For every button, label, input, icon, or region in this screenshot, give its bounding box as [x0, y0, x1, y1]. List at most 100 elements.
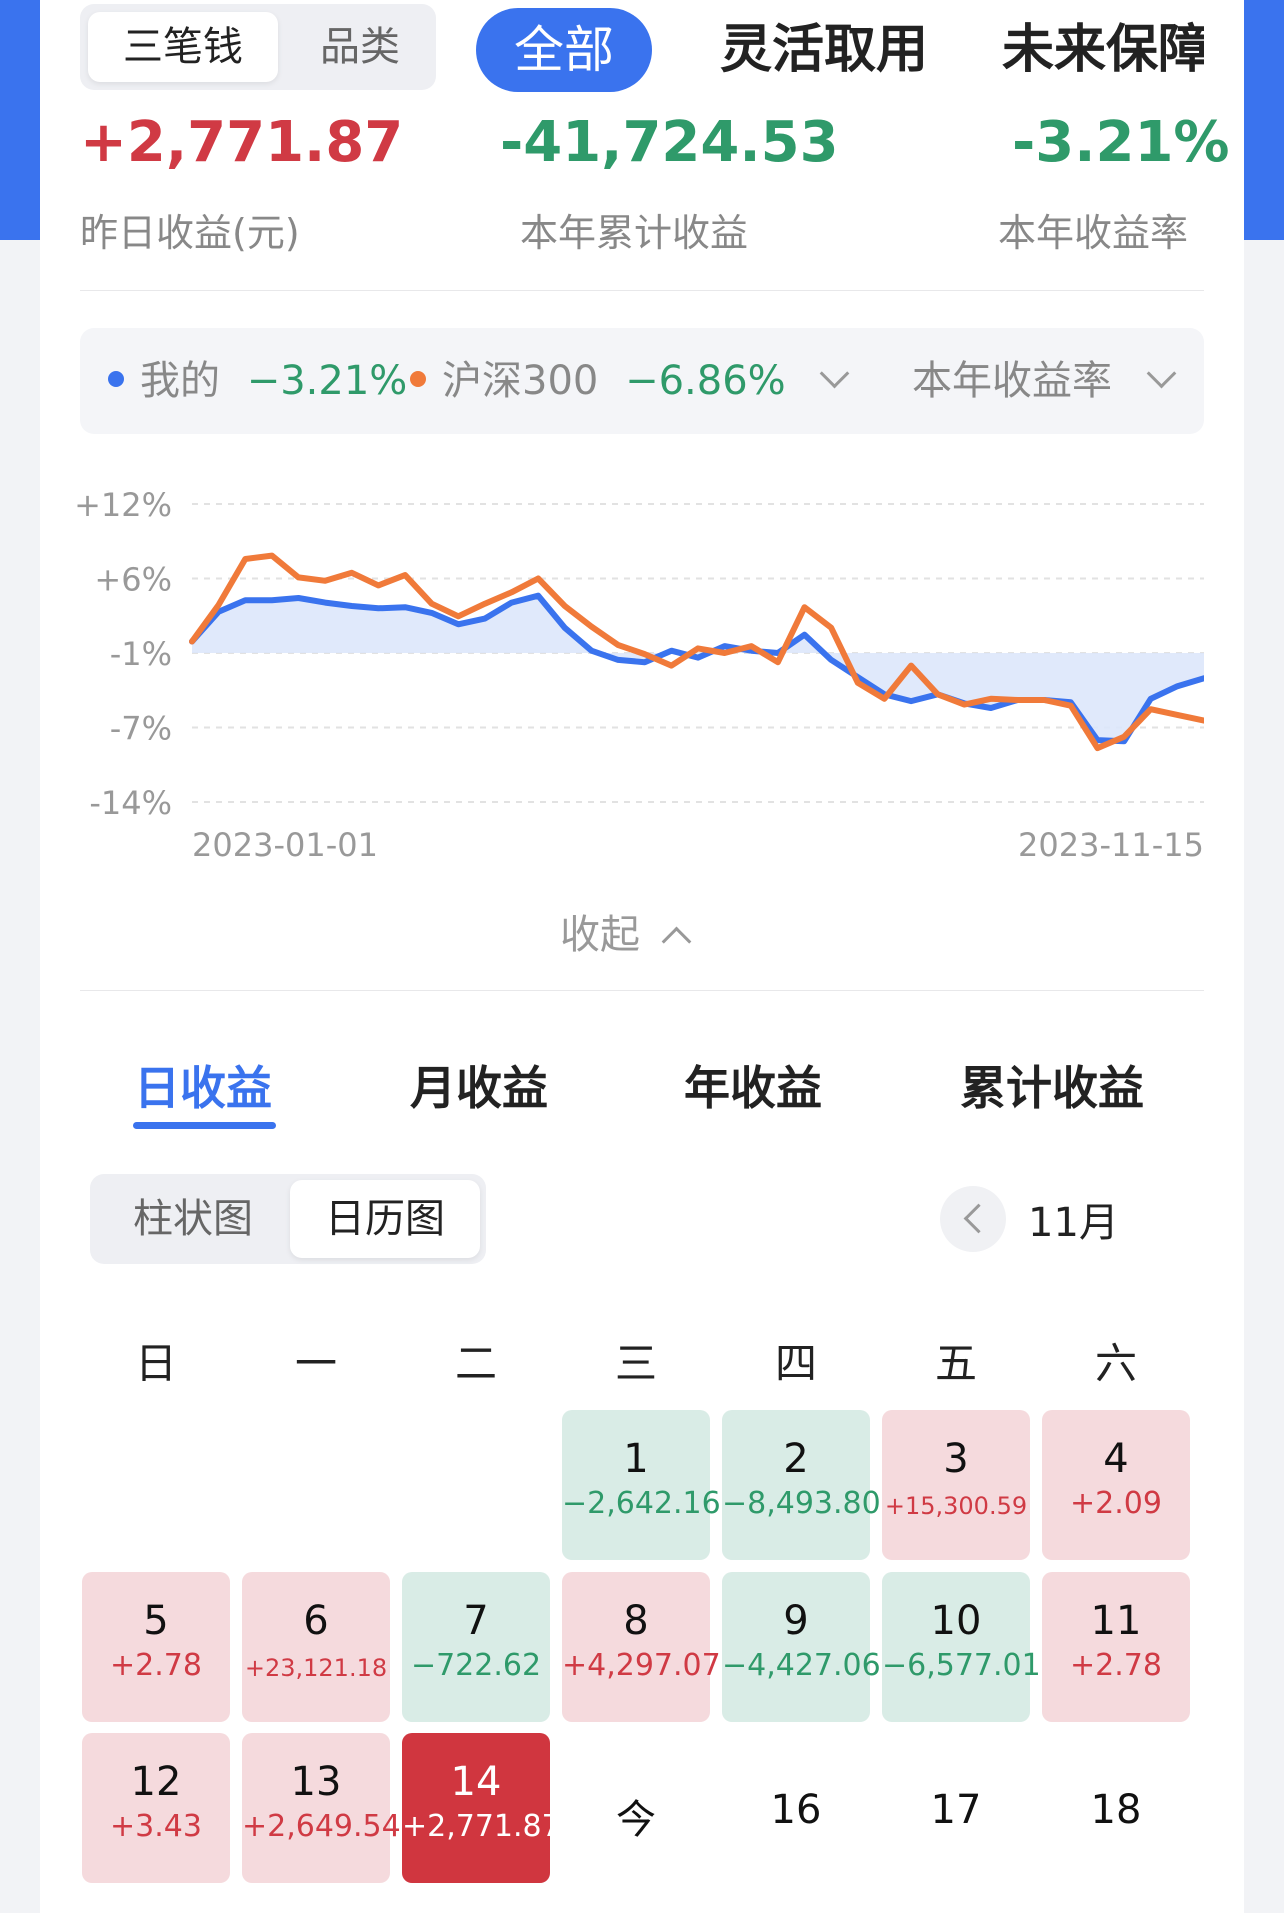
weekday-label: 二 — [454, 1339, 497, 1388]
calendar-day-future[interactable]: 今 — [562, 1733, 710, 1883]
calendar-day-income: −6,577.01 — [882, 1648, 1041, 1683]
calendar-day-cell[interactable]: 10 −6,577.01 — [882, 1572, 1041, 1722]
tab-all[interactable]: 全部 — [476, 8, 652, 92]
return-line-chart: +12% +6% -1% -7% -14% 2023-01-01 2023-11-15 — [74, 486, 1204, 864]
weekday-label: 三 — [614, 1339, 657, 1388]
calendar-day-income: −722.62 — [410, 1648, 542, 1683]
calendar-day-cell[interactable]: 14 +2,771.87 — [402, 1733, 561, 1883]
series-area-mine — [192, 595, 1204, 742]
calendar-day-number: 17 — [930, 1787, 982, 1833]
calendar-day-income: +15,300.59 — [884, 1492, 1028, 1520]
calendar-day-number: 16 — [770, 1787, 822, 1833]
tab-cumulative-income[interactable]: 累计收益 — [960, 1052, 1144, 1118]
calendar-day-income: +2.78 — [1070, 1648, 1162, 1683]
calendar-day-number: 13 — [290, 1759, 342, 1805]
legend-index-label: 沪深300 — [442, 358, 599, 404]
mode-calendar[interactable]: 日历图 — [290, 1180, 480, 1258]
y-tick-label: +12% — [74, 486, 172, 524]
mode-bar-chart[interactable]: 柱状图 — [98, 1180, 288, 1258]
calendar-day-income: +23,121.18 — [244, 1654, 388, 1682]
weekday-label: 一 — [294, 1339, 337, 1388]
calendar-day-cell[interactable]: 6 +23,121.18 — [242, 1572, 390, 1722]
weekday-label: 四 — [774, 1339, 817, 1388]
calendar-day-number: 3 — [943, 1436, 969, 1482]
legend-index-value: −6.86% — [625, 358, 786, 404]
category-segmented-control: 三笔钱 品类 — [80, 4, 436, 90]
legend-mine-label: 我的 — [140, 358, 220, 404]
calendar-day-cell[interactable]: 1 −2,642.16 — [562, 1410, 721, 1560]
calendar-day-cell[interactable]: 4 +2.09 — [1042, 1410, 1190, 1560]
prev-month-button[interactable] — [940, 1186, 1006, 1252]
divider — [80, 290, 1204, 291]
y-tick-label: -14% — [89, 784, 172, 822]
calendar-day-income: −8,493.80 — [722, 1486, 881, 1521]
calendar-day-income: +2,771.87 — [402, 1809, 561, 1844]
calendar-day-number: 今 — [616, 1797, 656, 1843]
tab-flexible[interactable]: 灵活取用 — [720, 8, 928, 92]
tab-future-protection[interactable]: 未来保障 — [1002, 8, 1204, 92]
tab-yearly-income[interactable]: 年收益 — [684, 1052, 822, 1118]
calendar-day-cell[interactable]: 5 +2.78 — [82, 1572, 230, 1722]
calendar-day-number: 18 — [1090, 1787, 1142, 1833]
calendar-day-future[interactable]: 18 — [1042, 1733, 1190, 1883]
calendar-day-number: 11 — [1090, 1598, 1142, 1644]
chevron-down-icon — [820, 358, 850, 389]
collapse-button[interactable]: 收起 — [560, 902, 692, 960]
calendar-day-number: 12 — [130, 1759, 182, 1805]
segment-category[interactable]: 品类 — [290, 12, 430, 82]
calendar-day-cell[interactable]: 13 +2,649.54 — [242, 1733, 401, 1883]
ytd-return-value: -3.21% — [1012, 110, 1230, 175]
calendar-day-number: 5 — [143, 1598, 169, 1644]
calendar-day-number: 8 — [623, 1598, 649, 1644]
x-tick-label: 2023-11-15 — [1018, 826, 1204, 864]
calendar-day-income: +4,297.07 — [562, 1648, 721, 1683]
calendar-day-income: +2.78 — [110, 1648, 202, 1683]
tab-daily-income[interactable]: 日收益 — [134, 1052, 272, 1118]
calendar-day-number: 4 — [1103, 1436, 1129, 1482]
calendar-day-cell[interactable]: 8 +4,297.07 — [562, 1572, 721, 1722]
calendar-day-cell[interactable]: 11 +2.78 — [1042, 1572, 1190, 1722]
tab-monthly-income[interactable]: 月收益 — [410, 1052, 548, 1118]
ytd-income-label: 本年累计收益 — [520, 211, 749, 255]
calendar-day-income: +3.43 — [110, 1809, 202, 1844]
calendar-day-number: 10 — [930, 1598, 982, 1644]
weekday-label: 六 — [1094, 1339, 1137, 1388]
calendar-day-income: −2,642.16 — [562, 1486, 721, 1521]
background-accent-right — [1238, 0, 1284, 240]
yesterday-income-value: +2,771.87 — [80, 110, 404, 175]
ytd-income-value: -41,724.53 — [500, 110, 839, 175]
calendar-day-income: +2.09 — [1070, 1486, 1162, 1521]
y-tick-label: -7% — [110, 710, 172, 748]
calendar-day-number: 9 — [783, 1598, 809, 1644]
calendar-day-income: −4,427.06 — [722, 1648, 881, 1683]
chart-mode-toggle: 柱状图 日历图 — [90, 1174, 486, 1264]
calendar-day-cell[interactable]: 12 +3.43 — [82, 1733, 230, 1883]
metric-label: 本年收益率 — [912, 358, 1112, 404]
calendar-day-number: 1 — [623, 1436, 649, 1482]
chevron-left-icon — [963, 1203, 994, 1234]
calendar-day-cell[interactable]: 9 −4,427.06 — [722, 1572, 881, 1722]
dot-icon — [410, 371, 426, 387]
calendar-day-income: +2,649.54 — [242, 1809, 401, 1844]
weekday-label: 五 — [934, 1339, 977, 1388]
tab-overflow-clip: 未来保障 — [990, 0, 1204, 100]
calendar-day-cell[interactable]: 7 −722.62 — [402, 1572, 550, 1722]
segment-three-funds[interactable]: 三笔钱 — [88, 12, 278, 82]
calendar-day-number: 6 — [303, 1598, 329, 1644]
metric-selector[interactable]: 本年收益率 — [912, 328, 1177, 434]
legend-index[interactable]: 沪深300 −6.86% — [410, 328, 850, 434]
y-tick-label: -1% — [110, 635, 172, 673]
calendar-day-future[interactable]: 17 — [882, 1733, 1030, 1883]
chart-legend: 我的 −3.21% 沪深300 −6.86% 本年收益率 — [80, 328, 1204, 434]
calendar-day-cell[interactable]: 2 −8,493.80 — [722, 1410, 881, 1560]
legend-mine: 我的 −3.21% — [108, 328, 407, 434]
ytd-return-label: 本年收益率 — [998, 211, 1189, 255]
month-label: 11月 — [1028, 1200, 1119, 1246]
collapse-label: 收起 — [560, 912, 640, 958]
x-tick-label: 2023-01-01 — [192, 826, 378, 864]
weekday-label: 日 — [134, 1339, 177, 1388]
yesterday-income-label: 昨日收益(元) — [80, 211, 300, 255]
divider — [80, 990, 1204, 991]
calendar-day-cell[interactable]: 3 +15,300.59 — [882, 1410, 1030, 1560]
calendar-day-future[interactable]: 16 — [722, 1733, 870, 1883]
